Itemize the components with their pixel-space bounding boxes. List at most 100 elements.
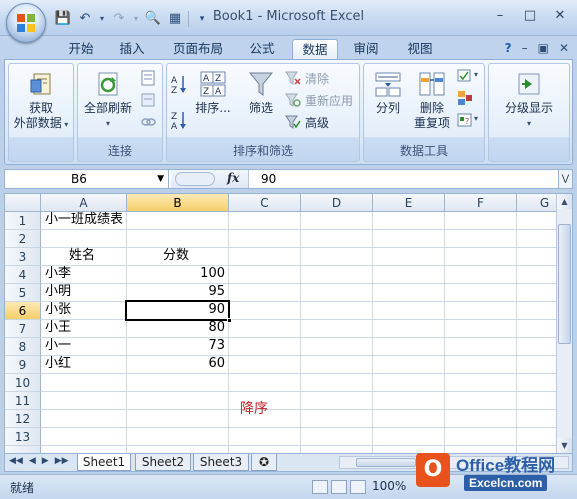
zoom-level[interactable]: 100% xyxy=(372,479,406,493)
sheet-tab-1[interactable]: Sheet1 xyxy=(77,454,131,471)
connections-icon[interactable] xyxy=(140,70,156,86)
formula-bar: B6 ▼ fx 90 ⋁ xyxy=(4,169,573,189)
row-header-14[interactable] xyxy=(5,446,41,453)
column-header-e[interactable]: E xyxy=(373,194,445,212)
formula-bar-expand-icon[interactable]: ⋁ xyxy=(558,170,572,188)
insert-sheet-icon[interactable]: ✪ xyxy=(251,454,277,471)
tab-insert[interactable]: 插入 xyxy=(110,39,154,60)
formula-input[interactable]: 90 xyxy=(261,170,276,188)
group-outline: 分级显示 ▾ xyxy=(488,63,570,162)
row-header-8[interactable]: 8 xyxy=(5,338,41,356)
first-sheet-icon[interactable]: ◀◀ xyxy=(9,456,23,466)
cell-a6[interactable]: 小张 xyxy=(45,301,71,319)
tab-page-layout[interactable]: 页面布局 xyxy=(162,39,234,60)
cell-a5[interactable]: 小明 xyxy=(45,283,71,301)
properties-icon[interactable] xyxy=(140,92,156,108)
dropdown-arrow-icon: ▾ xyxy=(61,120,69,129)
horizontal-scroll-thumb[interactable] xyxy=(356,458,416,467)
row-header-7[interactable]: 7 xyxy=(5,320,41,338)
row-header-9[interactable]: 9 xyxy=(5,356,41,374)
worksheet-grid[interactable]: A B C D E F G 1 2 3 4 5 6 7 8 9 10 11 12… xyxy=(4,193,573,454)
cell-a8[interactable]: 小一 xyxy=(45,337,71,355)
tab-home[interactable]: 开始 xyxy=(58,39,104,60)
column-header-a[interactable]: A xyxy=(41,194,127,212)
sort-ascending-icon[interactable]: AZ xyxy=(171,74,187,96)
page-break-view-icon[interactable] xyxy=(350,480,366,494)
gridline xyxy=(41,337,557,338)
refresh-all-button[interactable]: 全部刷新 ▾ xyxy=(80,70,136,131)
what-if-analysis-icon[interactable]: ? xyxy=(457,112,473,128)
row-header-6[interactable]: 6 xyxy=(5,302,41,320)
close-icon[interactable]: ✕ xyxy=(551,8,569,24)
row-header-1[interactable]: 1 xyxy=(5,212,41,230)
column-header-c[interactable]: C xyxy=(229,194,301,212)
column-header-d[interactable]: D xyxy=(301,194,373,212)
get-external-data-button[interactable]: 获取 外部数据 ▾ xyxy=(11,70,71,132)
fill-handle[interactable] xyxy=(227,318,232,323)
prev-sheet-icon[interactable]: ◀ xyxy=(29,456,36,466)
data-validation-icon[interactable] xyxy=(457,68,473,84)
office-button[interactable] xyxy=(6,3,46,43)
vertical-scroll-thumb[interactable] xyxy=(558,224,571,344)
maximize-icon[interactable]: □ xyxy=(521,8,539,24)
text-to-columns-button[interactable]: 分列 xyxy=(368,70,408,116)
tab-view[interactable]: 视图 xyxy=(398,39,442,60)
cell-b8[interactable]: 73 xyxy=(127,337,225,355)
cell-b4[interactable]: 100 xyxy=(127,265,225,283)
name-box[interactable]: B6 ▼ xyxy=(5,170,169,188)
cell-b9[interactable]: 60 xyxy=(127,355,225,373)
sheet-tab-3[interactable]: Sheet3 xyxy=(193,454,249,471)
tab-review[interactable]: 审阅 xyxy=(344,39,388,60)
scroll-up-icon[interactable]: ▲ xyxy=(557,194,572,209)
tab-data[interactable]: 数据 xyxy=(292,39,338,60)
row-header-3[interactable]: 3 xyxy=(5,248,41,266)
row-header-4[interactable]: 4 xyxy=(5,266,41,284)
help-icon[interactable]: ? xyxy=(505,41,512,55)
select-all-corner[interactable] xyxy=(5,194,41,212)
remove-duplicates-button[interactable]: 删除 重复项 xyxy=(410,70,454,131)
dropdown-arrow-icon[interactable]: ▾ xyxy=(474,70,478,79)
cell-a7[interactable]: 小王 xyxy=(45,319,71,337)
row-header-2[interactable]: 2 xyxy=(5,230,41,248)
outline-button[interactable]: 分级显示 ▾ xyxy=(491,70,567,131)
clear-filter-button[interactable]: 清除 xyxy=(285,68,329,88)
cell-a4[interactable]: 小李 xyxy=(45,265,71,283)
cell-b3[interactable]: 分数 xyxy=(163,247,189,265)
sort-button[interactable]: AZZA 排序... xyxy=(191,70,235,116)
gridline xyxy=(41,445,557,446)
row-header-5[interactable]: 5 xyxy=(5,284,41,302)
next-sheet-icon[interactable]: ▶ xyxy=(42,456,49,466)
vertical-scrollbar[interactable]: ▲ ▼ xyxy=(556,194,572,453)
column-header-f[interactable]: F xyxy=(445,194,517,212)
cell-b7[interactable]: 80 xyxy=(127,319,225,337)
sort-descending-icon[interactable]: ZA xyxy=(171,110,187,132)
minimize-icon[interactable]: – xyxy=(491,8,509,24)
row-header-13[interactable]: 13 xyxy=(5,428,41,446)
cell-a1[interactable]: 小一班成绩表 xyxy=(45,211,123,229)
edit-links-icon[interactable] xyxy=(140,114,156,130)
row-header-10[interactable]: 10 xyxy=(5,374,41,392)
name-box-dropdown-icon[interactable]: ▼ xyxy=(157,170,164,188)
cell-a9[interactable]: 小红 xyxy=(45,355,71,373)
row-header-12[interactable]: 12 xyxy=(5,410,41,428)
svg-text:A: A xyxy=(171,76,178,86)
formula-expand-handle[interactable] xyxy=(175,172,215,186)
filter-button[interactable]: 筛选 xyxy=(241,70,281,116)
advanced-filter-button[interactable]: 高级 xyxy=(285,112,329,132)
consolidate-icon[interactable] xyxy=(457,90,473,106)
column-header-b[interactable]: B xyxy=(127,194,229,212)
ribbon-minimize-icon[interactable]: – xyxy=(522,41,528,55)
page-layout-view-icon[interactable] xyxy=(331,480,347,494)
sheet-tab-2[interactable]: Sheet2 xyxy=(135,454,191,471)
ribbon-restore-icon[interactable]: ▣ xyxy=(538,41,549,55)
insert-function-icon[interactable]: fx xyxy=(227,171,239,185)
cell-b5[interactable]: 95 xyxy=(127,283,225,301)
dropdown-arrow-icon[interactable]: ▾ xyxy=(474,114,478,123)
ribbon-close-icon[interactable]: ✕ xyxy=(559,41,569,55)
cell-a3[interactable]: 姓名 xyxy=(69,247,95,265)
row-header-11[interactable]: 11 xyxy=(5,392,41,410)
tab-formulas[interactable]: 公式 xyxy=(240,39,284,60)
reapply-button[interactable]: 重新应用 xyxy=(285,90,353,110)
normal-view-icon[interactable] xyxy=(312,480,328,494)
last-sheet-icon[interactable]: ▶▶ xyxy=(55,456,69,466)
